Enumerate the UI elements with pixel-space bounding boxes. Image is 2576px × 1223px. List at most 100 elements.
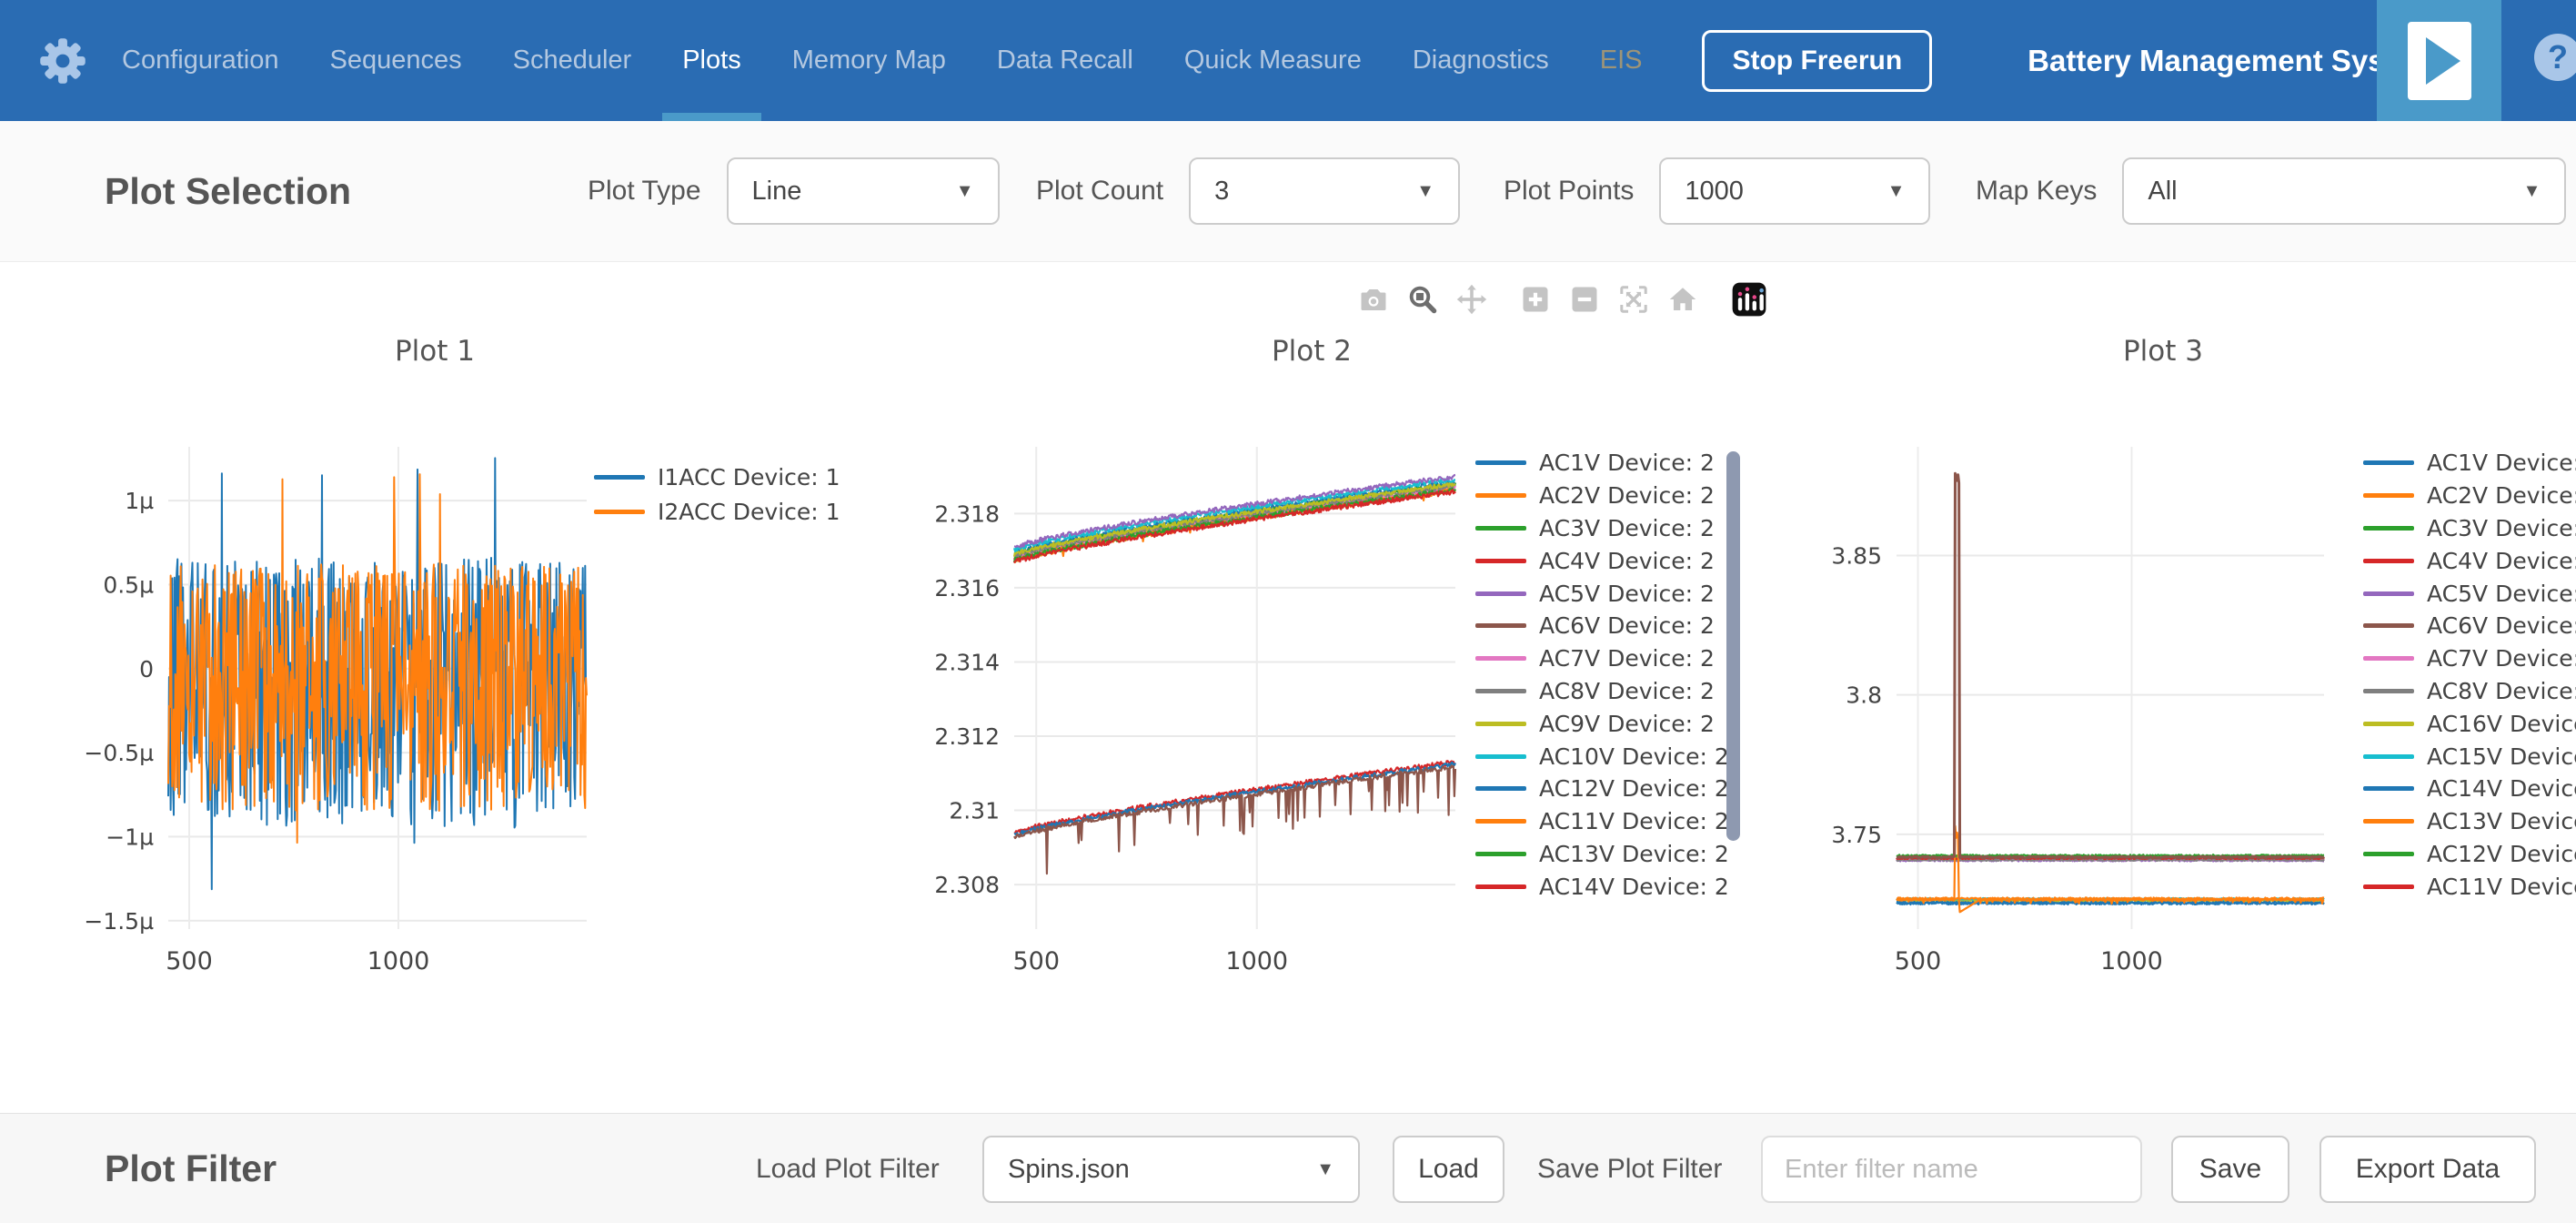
filter-name-input[interactable] bbox=[1761, 1136, 2142, 1203]
map-keys-select[interactable]: All ▼ bbox=[2122, 157, 2566, 225]
stop-freerun-button[interactable]: Stop Freerun bbox=[1702, 30, 1932, 92]
nav-tab-diagnostics[interactable]: Diagnostics bbox=[1405, 0, 1556, 121]
run-play-button[interactable] bbox=[2377, 0, 2501, 121]
series-line bbox=[1897, 473, 2324, 858]
legend-item[interactable]: AC10V Device: 2 bbox=[1475, 740, 1729, 773]
legend-item[interactable]: AC4V Device: 3 bbox=[2363, 544, 2576, 577]
legend-line-swatch bbox=[1475, 559, 1526, 563]
legend-item[interactable]: AC5V Device: 2 bbox=[1475, 577, 1729, 610]
chevron-down-icon: ▼ bbox=[2523, 181, 2541, 202]
x-tick-label: 500 bbox=[166, 947, 213, 975]
legend-item[interactable]: AC1V Device: 3 bbox=[2363, 447, 2576, 480]
legend-line-swatch bbox=[2363, 819, 2414, 824]
plot-filter-title: Plot Filter bbox=[105, 1114, 277, 1223]
play-icon bbox=[2408, 22, 2471, 100]
load-filter-select-wrap: Spins.json ▼ bbox=[982, 1136, 1360, 1203]
legend-label: AC16V Device: 3 bbox=[2427, 711, 2576, 737]
legend-line-swatch bbox=[1475, 689, 1526, 693]
legend-item[interactable]: AC3V Device: 2 bbox=[1475, 512, 1729, 545]
nav-tab-sequences[interactable]: Sequences bbox=[323, 0, 469, 121]
legend-label: AC5V Device: 2 bbox=[1539, 581, 1715, 607]
legend-item[interactable]: AC11V Device: 2 bbox=[1475, 805, 1729, 838]
plot-selection-title: Plot Selection bbox=[105, 121, 351, 261]
nav-tab-data-recall[interactable]: Data Recall bbox=[990, 0, 1141, 121]
y-tick-label: 3.85 bbox=[1831, 542, 1882, 569]
nav-tab-memory-map[interactable]: Memory Map bbox=[785, 0, 953, 121]
plot-canvas[interactable]: 1µ0.5µ0−0.5µ−1µ−1.5µ5001000Plot 1 bbox=[55, 265, 864, 1011]
legend-label: AC3V Device: 3 bbox=[2427, 515, 2576, 541]
legend-item[interactable]: I2ACC Device: 1 bbox=[594, 494, 840, 529]
main-nav: Configuration Sequences Scheduler Plots Memo… bbox=[115, 0, 1649, 121]
legend-line-swatch bbox=[2363, 656, 2414, 661]
legend-line-swatch bbox=[1475, 754, 1526, 759]
load-button[interactable]: Load bbox=[1393, 1136, 1504, 1203]
legend-label: AC5V Device: 3 bbox=[2427, 581, 2576, 607]
legend-label: AC10V Device: 2 bbox=[1539, 743, 1729, 770]
settings-gear-icon[interactable] bbox=[38, 36, 87, 86]
load-plot-filter-label: Load Plot Filter bbox=[756, 1136, 940, 1203]
legend-label: AC13V Device: 3 bbox=[2427, 808, 2576, 834]
legend-scrollbar[interactable] bbox=[1726, 451, 1740, 841]
legend-item[interactable]: AC1V Device: 2 bbox=[1475, 447, 1729, 480]
legend-item[interactable]: AC8V Device: 3 bbox=[2363, 675, 2576, 708]
legend-item[interactable]: AC14V Device: 3 bbox=[2363, 773, 2576, 805]
legend-item[interactable]: AC6V Device: 2 bbox=[1475, 610, 1729, 642]
legend-line-swatch bbox=[2363, 460, 2414, 465]
legend-item[interactable]: AC13V Device: 2 bbox=[1475, 838, 1729, 871]
nav-tab-scheduler[interactable]: Scheduler bbox=[506, 0, 639, 121]
legend-item[interactable]: AC14V Device: 2 bbox=[1475, 870, 1729, 903]
legend-line-swatch bbox=[2363, 722, 2414, 726]
load-filter-value: Spins.json bbox=[1008, 1155, 1130, 1185]
y-tick-label: −1.5µ bbox=[84, 908, 154, 935]
x-tick-label: 500 bbox=[1012, 947, 1060, 975]
legend-item[interactable]: AC12V Device: 3 bbox=[2363, 838, 2576, 871]
nav-tab-plots[interactable]: Plots bbox=[675, 0, 748, 121]
legend-item[interactable]: AC7V Device: 2 bbox=[1475, 642, 1729, 675]
legend-line-swatch bbox=[1475, 623, 1526, 628]
legend-item[interactable]: AC13V Device: 3 bbox=[2363, 805, 2576, 838]
plot-1-chart: 1µ0.5µ0−0.5µ−1µ−1.5µ5001000Plot 1I1ACC D… bbox=[55, 265, 864, 1011]
plot-type-select[interactable]: Line ▼ bbox=[727, 157, 1000, 225]
y-tick-label: 0.5µ bbox=[103, 571, 154, 598]
legend-item[interactable]: AC9V Device: 2 bbox=[1475, 707, 1729, 740]
load-filter-select[interactable]: Spins.json ▼ bbox=[982, 1136, 1360, 1203]
help-icon[interactable]: ? bbox=[2534, 34, 2576, 81]
legend-item[interactable]: AC3V Device: 3 bbox=[2363, 512, 2576, 545]
legend-label: AC2V Device: 2 bbox=[1539, 482, 1715, 509]
legend-item[interactable]: AC7V Device: 3 bbox=[2363, 642, 2576, 675]
legend-item[interactable]: AC5V Device: 3 bbox=[2363, 577, 2576, 610]
legend-label: I1ACC Device: 1 bbox=[658, 464, 840, 490]
legend-item[interactable]: AC6V Device: 3 bbox=[2363, 610, 2576, 642]
legend-item[interactable]: AC4V Device: 2 bbox=[1475, 544, 1729, 577]
app-header: Configuration Sequences Scheduler Plots Memo… bbox=[0, 0, 2576, 121]
legend-item[interactable]: AC2V Device: 2 bbox=[1475, 480, 1729, 512]
plot-count-select[interactable]: 3 ▼ bbox=[1189, 157, 1460, 225]
plot-points-control: Plot Points 1000 ▼ bbox=[1504, 121, 1930, 261]
nav-tab-quick-measure[interactable]: Quick Measure bbox=[1177, 0, 1369, 121]
legend-item[interactable]: AC11V Device: 3 bbox=[2363, 870, 2576, 903]
legend-label: AC1V Device: 2 bbox=[1539, 450, 1715, 476]
save-button[interactable]: Save bbox=[2171, 1136, 2289, 1203]
plot-legend: AC1V Device: 2 AC2V Device: 2 AC3V Device:… bbox=[1475, 447, 1729, 903]
export-data-button[interactable]: Export Data bbox=[2319, 1136, 2536, 1203]
plot-count-label: Plot Count bbox=[1036, 176, 1163, 207]
nav-tab-configuration[interactable]: Configuration bbox=[115, 0, 287, 121]
legend-item[interactable]: AC12V Device: 2 bbox=[1475, 773, 1729, 805]
plot-legend: AC1V Device: 3AC2V Device: 3 AC3V Device:… bbox=[2363, 447, 2576, 903]
legend-item[interactable]: AC8V Device: 2 bbox=[1475, 675, 1729, 708]
legend-line-swatch bbox=[1475, 884, 1526, 889]
legend-item[interactable]: AC2V Device: 3 bbox=[2363, 480, 2576, 512]
legend-line-swatch bbox=[2363, 493, 2414, 498]
legend-item[interactable]: AC15V Device: 3 bbox=[2363, 740, 2576, 773]
legend-line-swatch bbox=[1475, 656, 1526, 661]
plot-count-control: Plot Count 3 ▼ bbox=[1036, 121, 1460, 261]
legend-label: AC15V Device: 3 bbox=[2427, 743, 2576, 770]
legend-label: AC3V Device: 2 bbox=[1539, 515, 1715, 541]
plot-points-select[interactable]: 1000 ▼ bbox=[1659, 157, 1930, 225]
legend-item[interactable]: I1ACC Device: 1 bbox=[594, 460, 840, 494]
x-tick-label: 1000 bbox=[1225, 947, 1288, 975]
legend-item[interactable]: AC16V Device: 3 bbox=[2363, 707, 2576, 740]
y-tick-label: 0 bbox=[139, 656, 154, 682]
legend-label: AC7V Device: 3 bbox=[2427, 645, 2576, 672]
legend-label: AC8V Device: 3 bbox=[2427, 678, 2576, 704]
